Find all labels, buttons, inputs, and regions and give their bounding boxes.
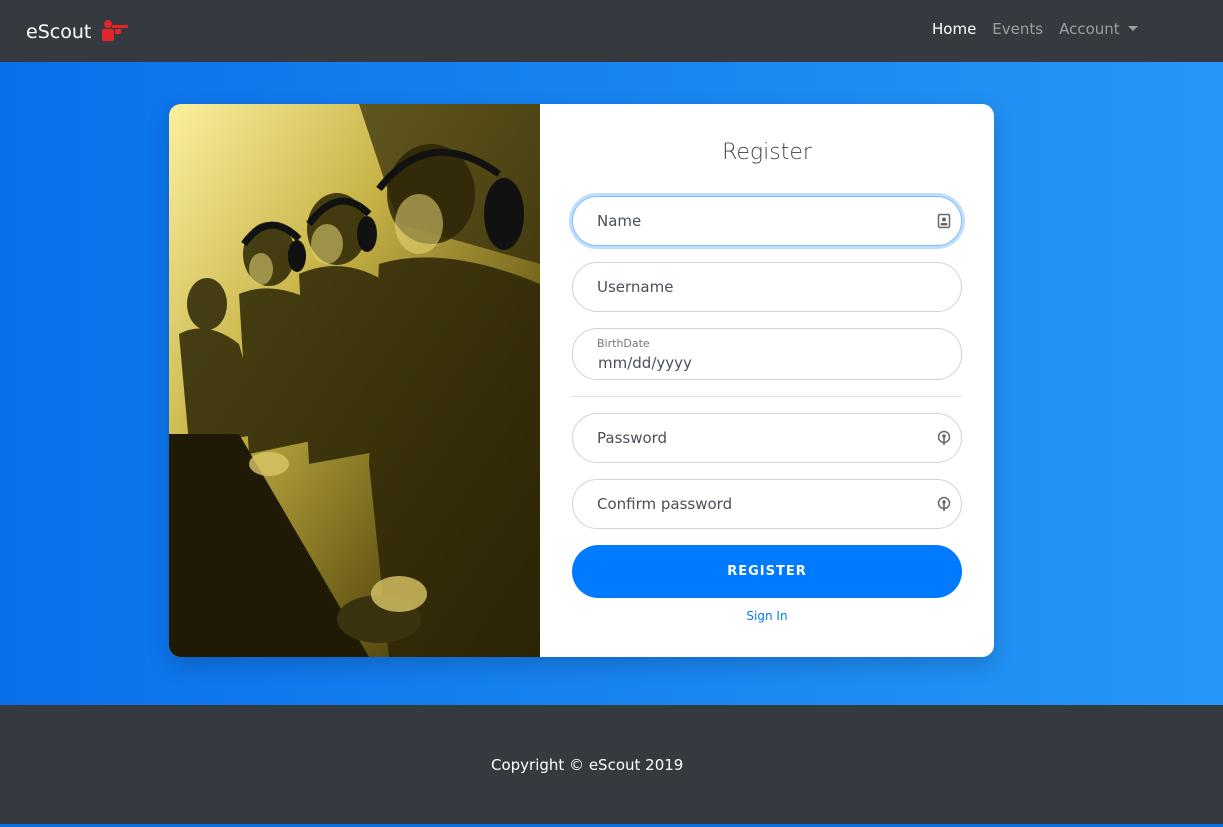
gamers-photo — [169, 104, 540, 657]
hero-section: Register BirthDate mm/dd/yyyy — [0, 62, 1223, 705]
password-field[interactable] — [572, 413, 962, 463]
nav-account-dropdown[interactable]: Account — [1059, 20, 1138, 38]
birthdate-field[interactable]: BirthDate mm/dd/yyyy — [572, 328, 962, 380]
gamers-photo-art — [169, 104, 540, 657]
nav-home[interactable]: Home — [932, 20, 976, 38]
sign-in-link[interactable]: Sign In — [540, 609, 994, 623]
contact-card-icon — [937, 213, 951, 229]
register-form: Register BirthDate mm/dd/yyyy — [540, 104, 994, 657]
form-title: Register — [722, 140, 812, 165]
username-input[interactable] — [597, 263, 917, 311]
navbar: eScout Home Events Account — [0, 0, 1223, 62]
nav-account-label: Account — [1059, 20, 1120, 38]
confirm-password-input[interactable] — [597, 480, 917, 528]
name-field[interactable] — [572, 196, 962, 246]
register-button[interactable]: REGISTER — [572, 545, 962, 598]
birthdate-value[interactable]: mm/dd/yyyy — [598, 354, 692, 372]
footer-copyright: Copyright © eScout 2019 — [491, 756, 684, 774]
username-field[interactable] — [572, 262, 962, 312]
name-input[interactable] — [597, 197, 917, 245]
password-input[interactable] — [597, 414, 917, 462]
key-icon[interactable] — [937, 430, 951, 446]
key-icon[interactable] — [937, 496, 951, 512]
nav-links: Home Events Account — [932, 20, 1154, 38]
nav-events[interactable]: Events — [992, 20, 1043, 38]
birthdate-label: BirthDate — [597, 337, 650, 350]
gamer-icon — [100, 19, 130, 46]
confirm-password-field[interactable] — [572, 479, 962, 529]
footer: Copyright © eScout 2019 — [0, 705, 1223, 827]
caret-down-icon — [1127, 26, 1138, 31]
register-card: Register BirthDate mm/dd/yyyy — [169, 104, 994, 657]
brand-link[interactable]: eScout — [26, 17, 130, 46]
form-divider — [572, 396, 962, 397]
brand-name: eScout — [26, 20, 92, 43]
